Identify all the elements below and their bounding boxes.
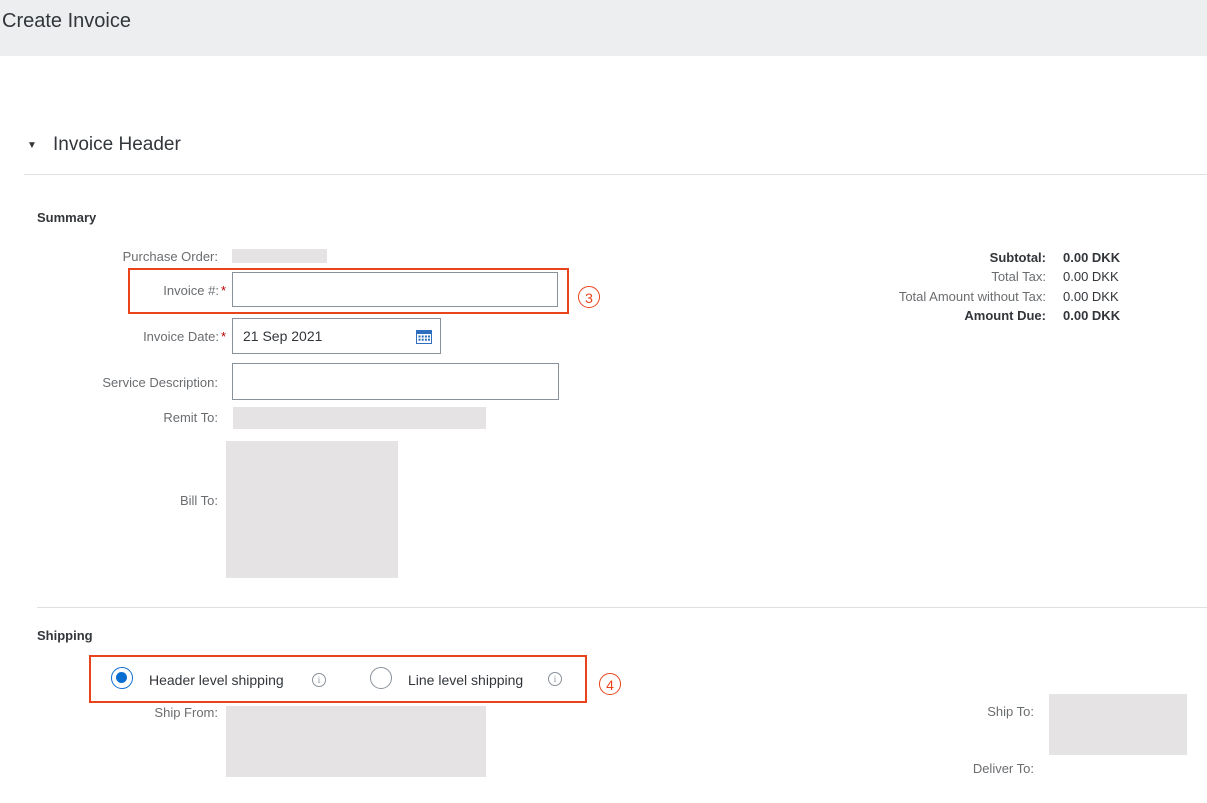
annotation-highlight-shipping-options [89,655,587,703]
service-description-label: Service Description: [102,375,218,390]
section-title-invoice-header[interactable]: Invoice Header [53,134,181,156]
bill-to-value-redacted [226,441,398,578]
page-title: Create Invoice [2,10,131,32]
invoice-date-label: Invoice Date: * [143,329,226,344]
remit-to-value-redacted [233,407,486,429]
total-tax-label: Total Tax: [991,269,1046,284]
shipping-heading: Shipping [37,628,93,643]
purchase-order-value-redacted [232,249,327,263]
amount-due-value: 0.00 DKK [1063,308,1121,323]
ship-to-label: Ship To: [987,704,1034,719]
calendar-icon[interactable] [416,329,432,344]
annotation-highlight-invoice-number [128,268,569,314]
ship-from-label: Ship From: [154,705,218,720]
total-without-tax-label: Total Amount without Tax: [898,289,1046,304]
title-bar: Create Invoice [0,0,1207,56]
shipping-divider [37,607,1207,608]
collapse-triangle-icon[interactable]: ▼ [27,140,37,151]
total-without-tax-value: 0.00 DKK [1063,289,1119,304]
bill-to-label: Bill To: [179,493,218,508]
required-asterisk: * [220,329,226,344]
remit-to-label: Remit To: [163,410,218,425]
invoice-date-input[interactable]: 21 Sep 2021 [232,318,441,354]
annotation-step-4-badge: 4 [599,673,621,695]
invoice-date-value: 21 Sep 2021 [243,328,323,344]
amount-due-label: Amount Due: [964,308,1046,323]
subtotal-value: 0.00 DKK [1063,250,1121,265]
annotation-step-3-badge: 3 [578,286,600,308]
total-tax-value: 0.00 DKK [1063,269,1119,284]
subtotal-label: Subtotal: [989,250,1046,265]
ship-to-value-redacted [1049,694,1187,755]
deliver-to-label: Deliver To: [972,761,1034,776]
ship-from-value-redacted [226,706,486,777]
service-description-input[interactable] [232,363,559,400]
section-divider [24,174,1207,175]
summary-heading: Summary [37,210,97,225]
purchase-order-label: Purchase Order: [122,249,218,264]
